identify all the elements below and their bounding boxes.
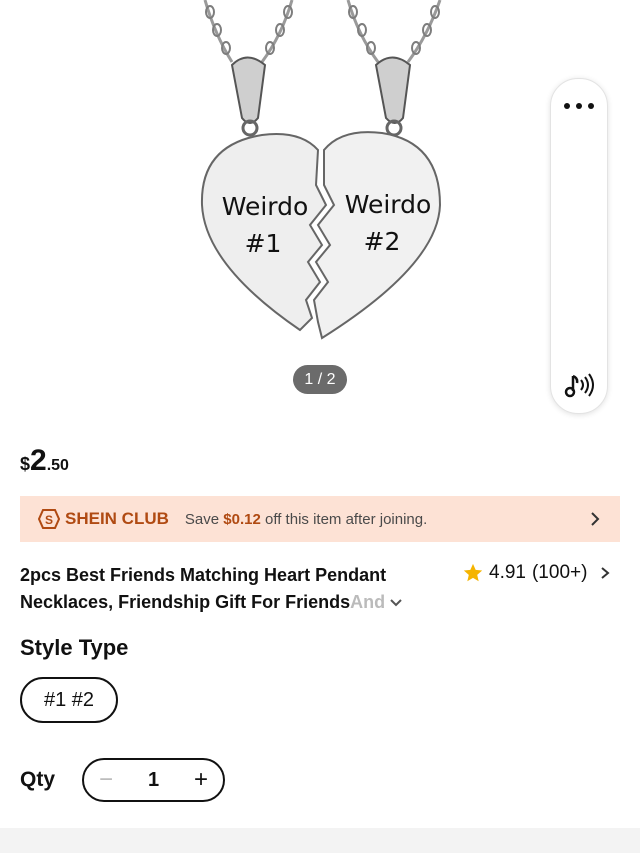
shein-club-banner[interactable]: S SHEIN CLUB Save $0.12 off this item af…: [20, 496, 620, 542]
svg-text:S: S: [45, 513, 53, 527]
section-divider: [0, 828, 640, 853]
chevron-right-icon: [591, 512, 600, 526]
rating-value: 4.91: [489, 562, 526, 583]
more-horizontal-icon[interactable]: [564, 101, 594, 111]
club-save-amount: $0.12: [223, 510, 261, 528]
style-option-chip[interactable]: #1 #2: [20, 677, 118, 723]
price-currency: $: [20, 454, 31, 474]
music-sound-icon[interactable]: [561, 367, 597, 403]
quantity-decrease-button[interactable]: −: [84, 760, 128, 800]
product-rating[interactable]: 4.91 (100+): [462, 562, 616, 584]
pendant-right-text-1: Weirdo: [345, 190, 432, 219]
pendant-left-text-2: #1: [245, 229, 282, 258]
quantity-stepper: − 1 +: [82, 758, 225, 802]
chevron-down-icon[interactable]: [388, 597, 404, 609]
chevron-right-icon: [601, 567, 610, 579]
style-type-heading: Style Type: [20, 635, 129, 660]
club-message: Save $0.12 off this item after joining.: [184, 510, 428, 528]
price-integer: 2: [30, 444, 47, 477]
review-count: (100+): [531, 562, 588, 583]
quantity-increase-button[interactable]: +: [179, 760, 223, 800]
product-image-gallery[interactable]: Weirdo #1 Weirdo #2 1 / 2: [0, 0, 640, 430]
club-label: SHEIN CLUB: [65, 509, 169, 528]
floating-action-bar: [550, 78, 608, 414]
title-fade: And: [350, 592, 386, 612]
quantity-value[interactable]: 1: [128, 769, 179, 792]
title-line-1: 2pcs Best Friends Matching Heart Pendant: [20, 565, 387, 585]
club-s-icon: S: [38, 509, 60, 529]
quantity-label: Qty: [20, 768, 56, 791]
star-icon: [463, 563, 483, 582]
pendant-left-text-1: Weirdo: [222, 192, 309, 221]
product-title[interactable]: 2pcs Best Friends Matching Heart Pendant…: [20, 562, 440, 616]
pendant-right-text-2: #2: [364, 227, 401, 256]
price-decimal: .50: [46, 457, 69, 474]
title-line-2: Necklaces, Friendship Gift For Friends: [20, 592, 351, 612]
image-counter: 1 / 2: [293, 365, 347, 394]
club-badge: S SHEIN CLUB: [38, 509, 169, 529]
product-price: $2.50: [20, 444, 69, 478]
